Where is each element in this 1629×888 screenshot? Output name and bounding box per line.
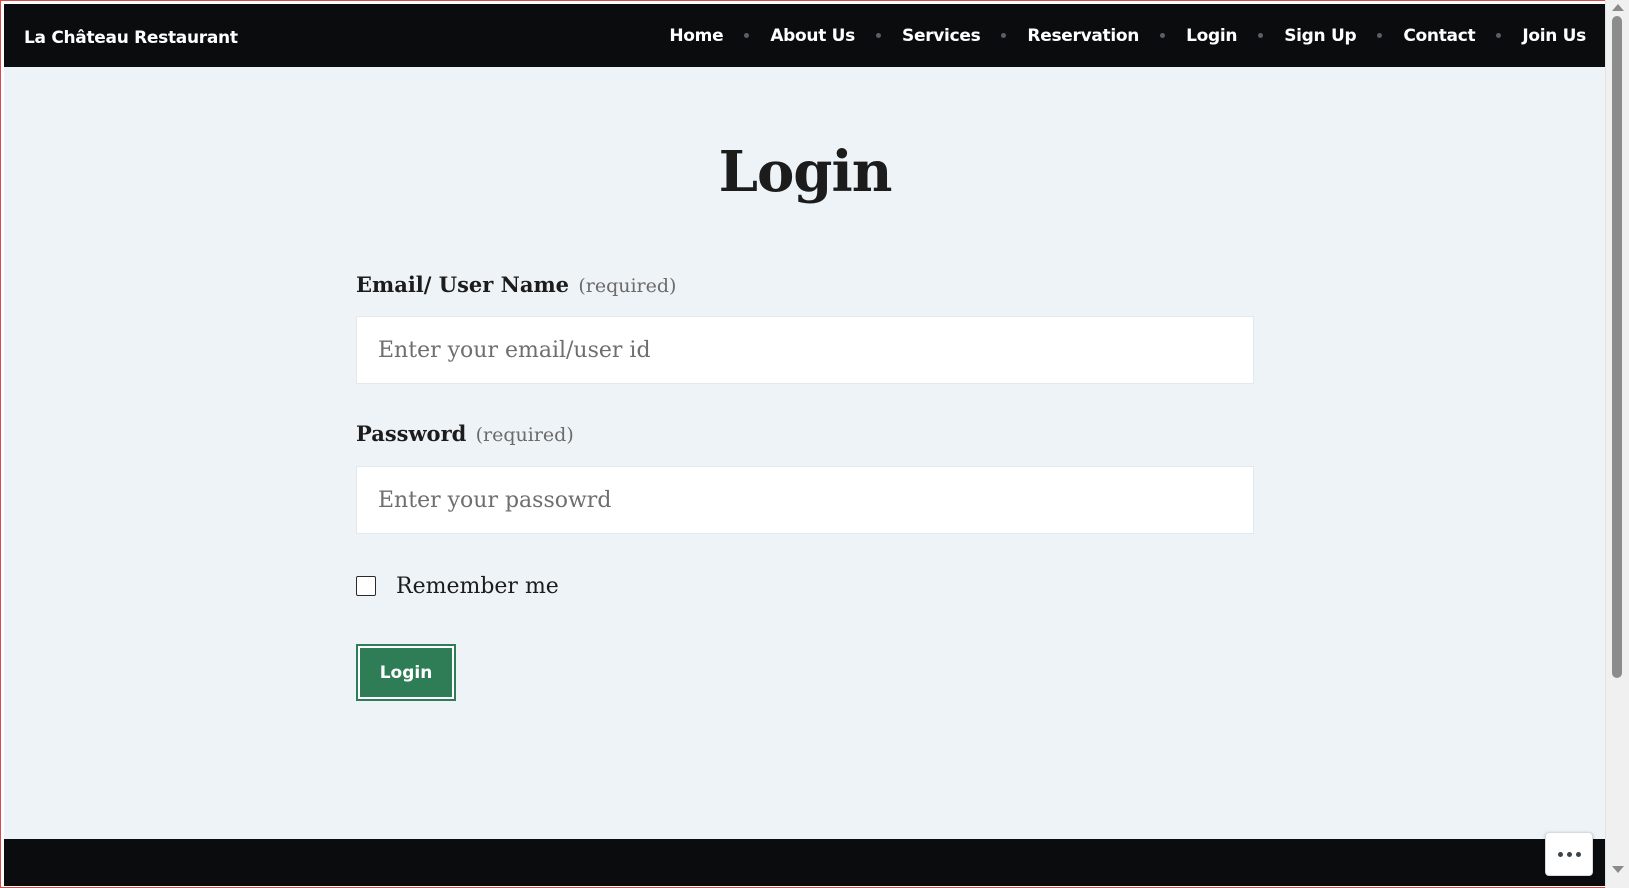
more-horizontal-icon	[1557, 851, 1563, 857]
nav-separator	[744, 33, 750, 38]
scroll-down-arrow-icon[interactable]	[1612, 866, 1624, 873]
vertical-scrollbar[interactable]	[1605, 0, 1629, 888]
browser-frame: La Château Restaurant Home About Us Serv…	[0, 0, 1629, 888]
email-required-hint: (required)	[578, 275, 677, 297]
login-button[interactable]: Login	[356, 644, 456, 701]
site-brand[interactable]: La Château Restaurant	[24, 28, 238, 48]
scroll-up-arrow-icon[interactable]	[1612, 4, 1624, 11]
nav-item-reservation[interactable]: Reservation	[1027, 26, 1139, 46]
password-input[interactable]	[356, 466, 1254, 534]
remember-me-checkbox[interactable]	[356, 576, 376, 596]
nav-item-sign-up[interactable]: Sign Up	[1284, 26, 1356, 46]
page: La Château Restaurant Home About Us Serv…	[4, 4, 1606, 886]
site-header: La Château Restaurant Home About Us Serv…	[4, 4, 1606, 67]
page-title: Login	[718, 139, 893, 205]
nav-item-home[interactable]: Home	[669, 26, 723, 46]
nav-item-about-us[interactable]: About Us	[770, 26, 855, 46]
nav-separator	[876, 33, 882, 38]
more-options-button[interactable]	[1545, 832, 1593, 876]
nav-separator	[1001, 33, 1007, 38]
password-label-text: Password	[356, 421, 467, 446]
password-required-hint: (required)	[475, 424, 574, 446]
nav-item-join-us[interactable]: Join Us	[1522, 26, 1586, 46]
nav-separator	[1496, 33, 1502, 38]
scrollbar-thumb[interactable]	[1612, 16, 1622, 678]
email-label-text: Email/ User Name	[356, 272, 570, 297]
more-horizontal-icon	[1575, 851, 1581, 857]
email-label: Email/ User Name (required)	[356, 272, 676, 297]
nav-item-contact[interactable]: Contact	[1403, 26, 1475, 46]
password-label: Password (required)	[356, 421, 574, 446]
email-input[interactable]	[356, 316, 1254, 384]
nav-item-services[interactable]: Services	[902, 26, 981, 46]
remember-me-label[interactable]: Remember me	[396, 574, 559, 599]
nav-separator	[1258, 33, 1264, 38]
site-footer	[4, 839, 1606, 886]
nav-separator	[1377, 33, 1383, 38]
main-nav: Home About Us Services Reservation Login…	[669, 4, 1586, 67]
more-horizontal-icon	[1566, 851, 1572, 857]
nav-separator	[1160, 33, 1166, 38]
nav-item-login[interactable]: Login	[1186, 26, 1237, 46]
